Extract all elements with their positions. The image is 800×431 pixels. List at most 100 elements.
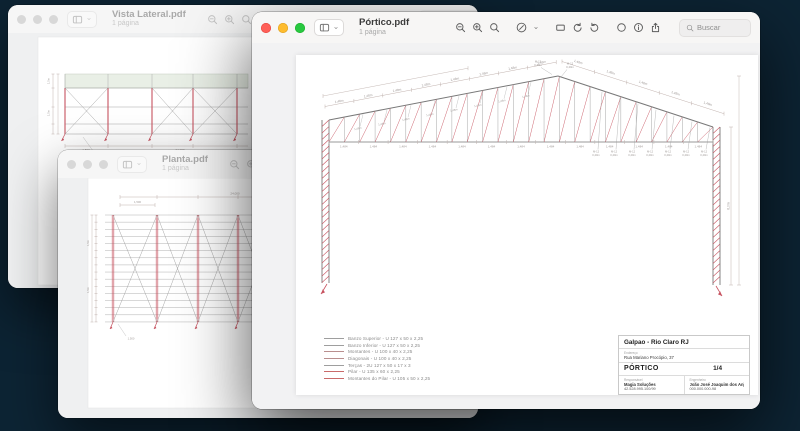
window-subtitle: 1 página — [162, 165, 208, 173]
svg-text:1,484: 1,484 — [340, 144, 348, 148]
svg-text:M-12: M-12 — [701, 150, 708, 154]
window-subtitle: 1 página — [112, 20, 186, 28]
text-box-button[interactable] — [555, 22, 566, 33]
minimize-button[interactable] — [83, 160, 92, 169]
engineer-cell: Engenheiro João José Joaquim dos Anj 000… — [684, 376, 750, 394]
sidebar-toggle-button[interactable] — [67, 11, 97, 28]
svg-text:1,484: 1,484 — [458, 144, 466, 148]
rotate-left-button[interactable] — [572, 22, 583, 33]
close-button[interactable] — [17, 15, 26, 24]
window-controls — [67, 160, 108, 169]
svg-text:1,484: 1,484 — [517, 144, 525, 148]
signatures-row: Responsável Magia Soluções 42.528.995.10… — [619, 376, 749, 394]
svg-text:1,484: 1,484 — [635, 144, 643, 148]
svg-text:1,484: 1,484 — [694, 144, 702, 148]
svg-text:M-12: M-12 — [593, 150, 600, 154]
svg-text:1,48m: 1,48m — [606, 69, 616, 76]
sidebar-toggle-button[interactable] — [117, 156, 147, 173]
preview-window-portico[interactable]: Pórtico.pdf 1 página — [252, 12, 760, 409]
maximize-button[interactable] — [49, 15, 58, 24]
sidebar-icon — [72, 14, 83, 25]
svg-text:1,484: 1,484 — [547, 144, 555, 148]
svg-text:1,48m: 1,48m — [498, 98, 507, 103]
close-button[interactable] — [261, 23, 271, 33]
svg-text:0,40m: 0,40m — [610, 153, 618, 157]
minimize-button[interactable] — [33, 15, 42, 24]
svg-text:1,484: 1,484 — [606, 144, 614, 148]
legend-item: Pilar - U 135 x 60 x 2,25 — [324, 369, 430, 375]
window-title: Pórtico.pdf — [359, 18, 409, 29]
magnify-button[interactable] — [241, 14, 252, 25]
share-button[interactable] — [650, 22, 661, 33]
zoom-out-button[interactable] — [229, 159, 240, 170]
svg-text:1,484: 1,484 — [665, 144, 673, 148]
sidebar-icon — [319, 22, 330, 33]
search-icon — [686, 24, 694, 32]
svg-text:0,40m: 0,40m — [566, 65, 574, 69]
svg-text:M-12: M-12 — [611, 150, 618, 154]
markup-button[interactable] — [516, 22, 527, 33]
svg-text:0,40m: 0,40m — [592, 153, 600, 157]
maximize-button[interactable] — [99, 160, 108, 169]
svg-text:0,40m: 0,40m — [628, 153, 636, 157]
svg-text:1,5m: 1,5m — [47, 77, 51, 84]
magnify-button[interactable] — [489, 22, 500, 33]
svg-text:1,48m: 1,48m — [522, 93, 531, 98]
search-placeholder: Buscar — [697, 23, 720, 32]
info-button[interactable] — [633, 22, 644, 33]
svg-text:1,48m: 1,48m — [703, 101, 713, 108]
legend-item: Diagonais - U 100 x 40 x 2,25 — [324, 356, 430, 362]
zoom-out-button[interactable] — [455, 22, 466, 33]
svg-text:0,40m: 0,40m — [646, 153, 654, 157]
sidebar-toggle-button[interactable] — [314, 19, 344, 36]
rotate-right-button[interactable] — [589, 22, 600, 33]
zoom-out-button[interactable] — [207, 14, 218, 25]
window-title: Planta.pdf — [162, 155, 208, 166]
legend-item: Banzo Inferior - U 127 x 50 x 2,25 — [324, 343, 430, 349]
svg-text:M-12: M-12 — [647, 150, 654, 154]
redact-button[interactable] — [616, 22, 627, 33]
legend: Banzo Superior - U 127 x 50 x 2,25 Banzo… — [324, 336, 430, 381]
svg-text:1,500: 1,500 — [128, 337, 135, 341]
svg-text:1,48m: 1,48m — [354, 126, 363, 131]
legend-swatch — [324, 351, 344, 352]
close-button[interactable] — [67, 160, 76, 169]
chevron-down-icon — [86, 16, 92, 22]
svg-text:0,40m: 0,40m — [700, 153, 708, 157]
svg-text:1,48m: 1,48m — [638, 80, 648, 87]
legend-swatch — [324, 345, 344, 346]
svg-text:1,5m: 1,5m — [86, 287, 90, 293]
chevron-down-icon — [136, 161, 142, 167]
svg-text:1,48m: 1,48m — [573, 59, 583, 66]
svg-text:1,484: 1,484 — [488, 144, 496, 148]
svg-text:1,484: 1,484 — [399, 144, 407, 148]
svg-text:1,48m: 1,48m — [450, 107, 459, 112]
titlebar[interactable]: Pórtico.pdf 1 página — [252, 12, 760, 44]
chevron-down-icon[interactable] — [533, 25, 539, 31]
legend-swatch — [324, 378, 344, 379]
pdf-canvas[interactable]: 1,48m 1,48m 1,48m 1,48m 1,48m 1,48m 1,48m 1,48m… — [252, 43, 760, 409]
address-row: Endereço Rua Mariano Procópio, 37 — [619, 349, 749, 363]
legend-item: Banzo Superior - U 127 x 50 x 2,25 — [324, 336, 430, 342]
sheet-row: PÓRTICO 1/4 — [619, 363, 749, 376]
zoom-in-button[interactable] — [472, 22, 483, 33]
svg-text:6,0m: 6,0m — [727, 202, 731, 210]
maximize-button[interactable] — [295, 23, 305, 33]
svg-text:1,48m: 1,48m — [671, 90, 681, 97]
svg-text:0,40m: 0,40m — [682, 153, 690, 157]
svg-text:0,40m: 0,40m — [664, 153, 672, 157]
window-controls — [261, 23, 305, 33]
window-subtitle: 1 página — [359, 29, 409, 37]
minimize-button[interactable] — [278, 23, 288, 33]
engineer-name: João José Joaquim dos Anj — [690, 382, 745, 387]
sheet-name: PÓRTICO — [624, 365, 659, 372]
svg-text:M-12: M-12 — [629, 150, 636, 154]
sidebar-icon — [122, 159, 133, 170]
legend-swatch — [324, 338, 344, 339]
project-title: Galpao - Rio Claro RJ — [619, 336, 749, 349]
engineer-doc: 000.000.000-98 — [690, 387, 745, 391]
search-field[interactable]: Buscar — [679, 19, 751, 37]
svg-text:1,48m: 1,48m — [378, 121, 387, 126]
svg-text:M-12: M-12 — [665, 150, 672, 154]
zoom-in-button[interactable] — [224, 14, 235, 25]
